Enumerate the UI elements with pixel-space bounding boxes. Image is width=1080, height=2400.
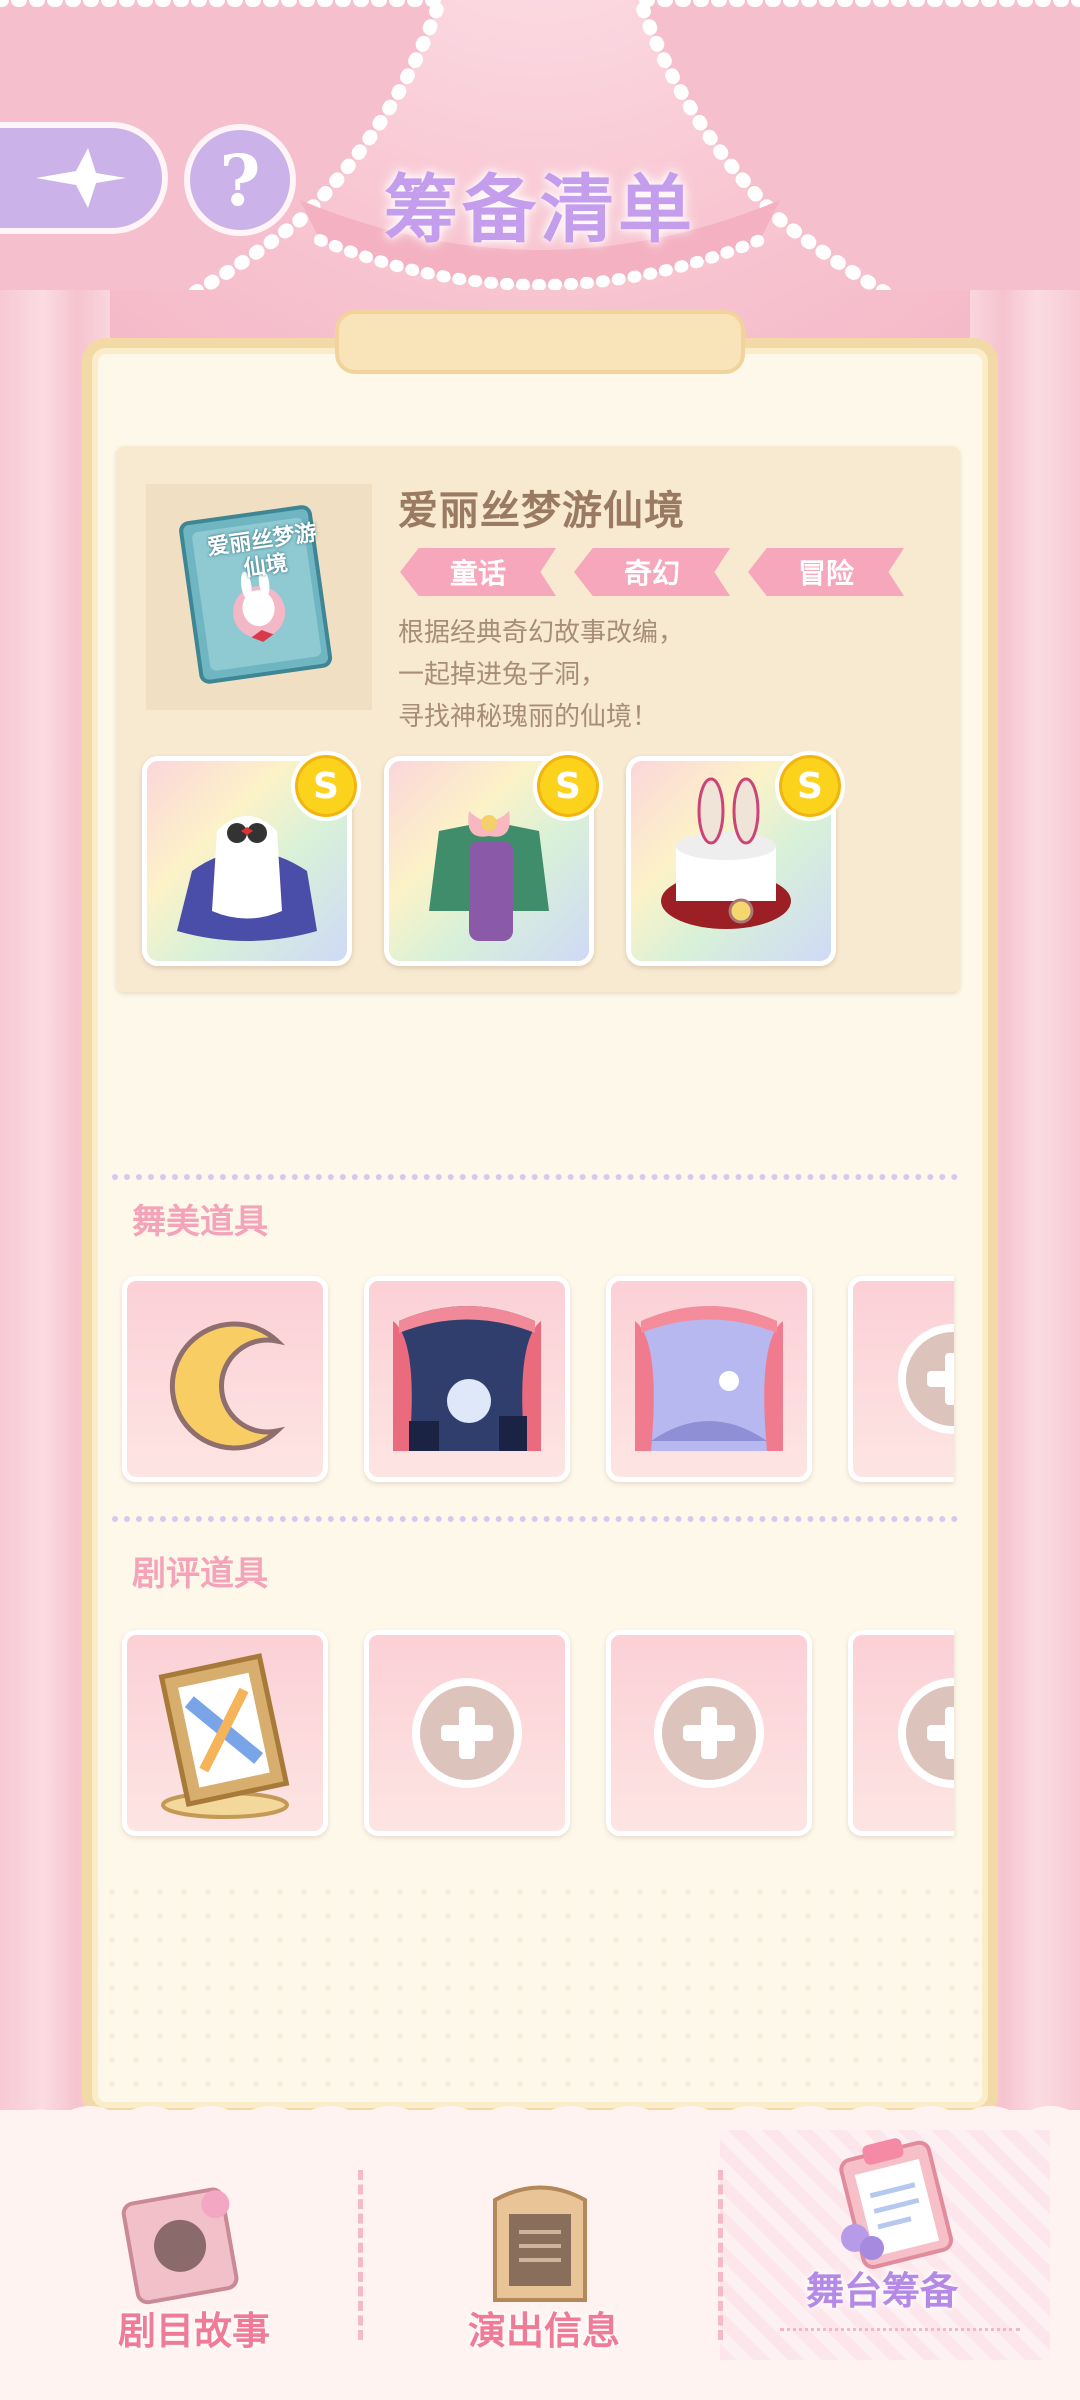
crescent-moon-icon — [169, 1321, 286, 1451]
review-props-title: 剧评道具 — [132, 1554, 268, 1594]
tag-fantasy: 奇幻 — [574, 548, 730, 596]
tab-stage-prep[interactable]: 舞台筹备 — [720, 2110, 1080, 2400]
s-coin-badge: S — [291, 751, 361, 821]
tag-fairy-tale: 童话 — [400, 548, 556, 596]
night-stage-icon — [393, 1306, 541, 1451]
panel-header-ornament — [335, 310, 745, 374]
add-slot-icon — [898, 1324, 954, 1434]
stage-prop-slot-1[interactable] — [122, 1276, 328, 1482]
s-coin-badge: S — [533, 751, 603, 821]
tab-stage-prep-label: 舞台筹备 — [806, 2269, 959, 2313]
review-prop-slot-3[interactable] — [606, 1630, 812, 1836]
tab-performance-info[interactable]: 演出信息 — [360, 2150, 720, 2400]
page-title: 筹备清单 — [384, 167, 696, 253]
tag-adventure: 冒险 — [748, 548, 904, 596]
stage-props-title: 舞美道具 — [132, 1202, 268, 1242]
add-slot-icon — [654, 1678, 764, 1788]
add-slot-icon — [412, 1678, 522, 1788]
section-divider — [112, 1174, 958, 1180]
panel-pattern — [100, 1880, 980, 2100]
storybook-icon — [121, 2187, 239, 2305]
storybook-cover-icon — [179, 505, 333, 684]
outfit-item-2[interactable]: S — [384, 751, 603, 966]
review-prop-slot-4[interactable] — [848, 1630, 954, 1836]
stage-prop-slot-3[interactable] — [606, 1276, 812, 1482]
section-divider — [112, 1516, 958, 1522]
story-description: 根据经典奇幻故事改编， 一起掉进兔子洞， 寻找神秘瑰丽的仙境！ — [398, 618, 685, 732]
notice-board-icon — [493, 2185, 587, 2302]
review-prop-slot-2[interactable] — [364, 1630, 570, 1836]
add-slot-icon — [898, 1678, 954, 1788]
outfit-item-1[interactable]: S — [142, 751, 361, 966]
stage-prop-slot-2[interactable] — [364, 1276, 570, 1482]
review-prop-slot-1[interactable] — [122, 1630, 328, 1836]
tab-story[interactable]: 剧目故事 — [0, 2150, 360, 2400]
card-frame-icon — [158, 1653, 290, 1819]
tab-story-label: 剧目故事 — [118, 2309, 271, 2353]
outfit-item-3[interactable]: S — [626, 751, 845, 966]
tab-performance-info-label: 演出信息 — [468, 2309, 621, 2353]
story-cover[interactable]: 爱丽丝梦游仙境 — [146, 484, 372, 710]
clipboard-icon — [839, 2138, 954, 2269]
wonderland-stage-icon — [635, 1306, 783, 1451]
s-coin-badge: S — [775, 751, 845, 821]
stage-prop-slot-4[interactable] — [848, 1276, 954, 1482]
story-title: 爱丽丝梦游仙境 — [398, 488, 685, 534]
active-underline — [780, 2328, 1020, 2331]
